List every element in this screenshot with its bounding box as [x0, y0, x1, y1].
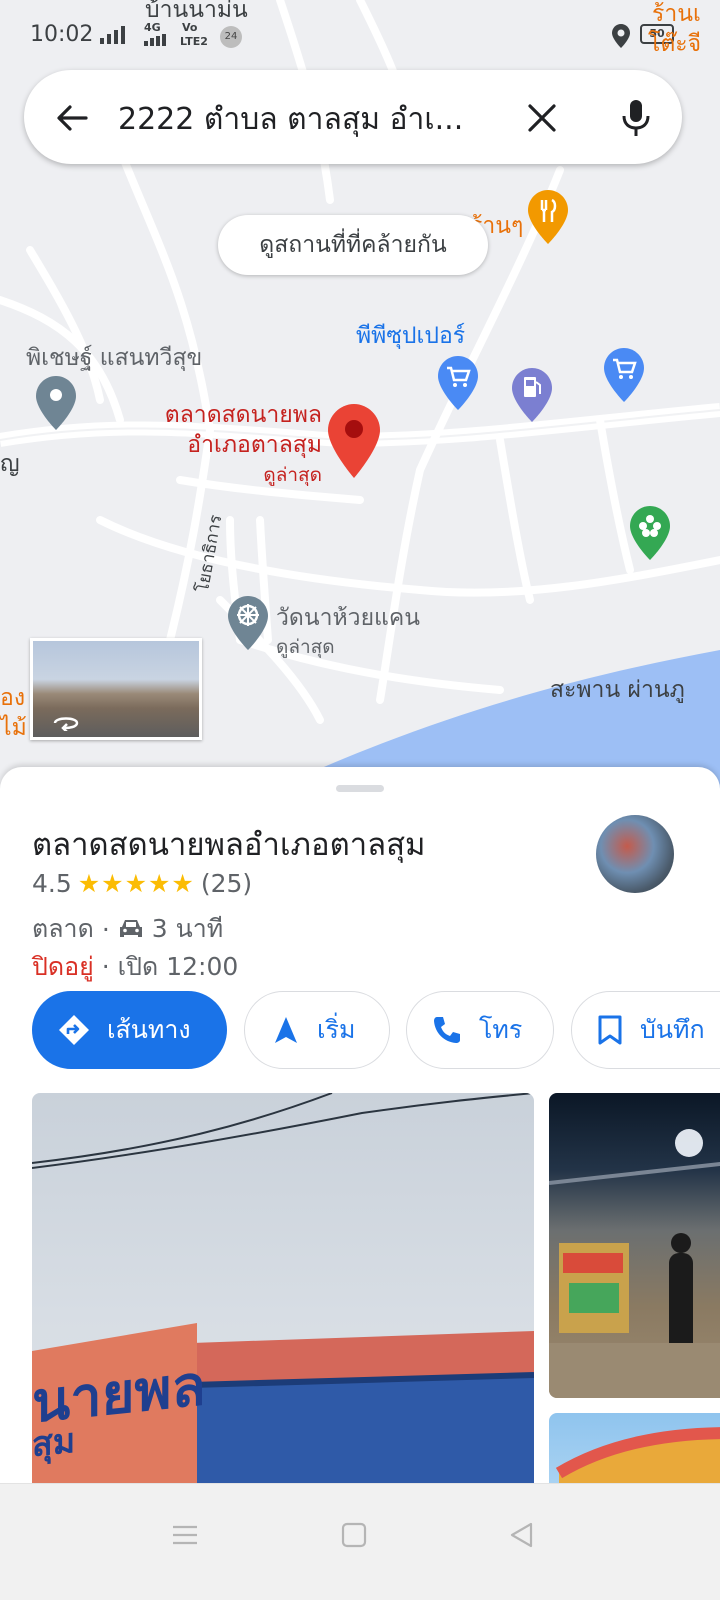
similar-places-chip[interactable]: ดูสถานที่ที่คล้ายกัน — [218, 215, 488, 275]
separator-dot: · — [101, 914, 110, 944]
back-triangle-icon[interactable] — [506, 1520, 536, 1550]
directions-label: เส้นทาง — [107, 1015, 191, 1044]
start-label: เริ่ม — [317, 1015, 356, 1044]
mic-icon[interactable] — [614, 96, 658, 140]
map-label-bridge: สะพาน ผ่านภู — [550, 677, 685, 703]
navigation-arrow-icon — [275, 1017, 297, 1043]
menu-icon[interactable] — [170, 1520, 200, 1550]
status-time: 10:02 — [30, 22, 94, 47]
street-view-thumbnail[interactable] — [30, 638, 202, 740]
place-photo-main[interactable]: นายพล สุม — [32, 1093, 534, 1483]
rating-value: 4.5 — [32, 869, 72, 898]
map-view[interactable]: 10:02 4G Vo LTE2 24 50 บ้านนาม่น ร้านเ โ… — [0, 0, 720, 800]
call-label: โทร — [479, 1015, 523, 1044]
place-category: ตลาด — [32, 914, 94, 943]
selected-place-label-line1: ตลาดสดนายพล — [164, 402, 322, 428]
map-label-pichet[interactable]: พิเชษฐ์ แสนทวีสุข — [26, 340, 202, 376]
place-bottom-sheet[interactable]: ตลาดสดนายพลอำเภอตาลสุม 4.5 ★★★★★ (25) ตล… — [0, 767, 720, 1483]
selected-place-recent: ดูล่าสุด — [263, 464, 322, 486]
directions-icon — [59, 1015, 89, 1045]
start-navigation-button[interactable]: เริ่ม — [244, 991, 390, 1069]
park-pin-icon[interactable] — [630, 506, 670, 560]
call-button[interactable]: โทร — [406, 991, 554, 1069]
map-label-supermarket[interactable]: พีพีซุปเปอร์ — [356, 318, 465, 354]
location-status-icon — [612, 24, 630, 48]
save-label: บันทึก — [640, 1015, 705, 1044]
star-rating-icon: ★★★★★ — [77, 869, 195, 898]
place-photo-night-market[interactable] — [549, 1093, 720, 1398]
signal-icon — [100, 26, 125, 44]
gas-station-pin-icon[interactable] — [512, 368, 552, 422]
map-label-temple[interactable]: วัดนาห้วยแคน — [276, 600, 420, 636]
map-label-edge-1: ญ — [0, 451, 20, 477]
system-navigation-bar — [0, 1483, 720, 1600]
selected-place-label[interactable]: ตลาดสดนายพล อำเภอตาลสุม ดูล่าสุด — [120, 400, 322, 490]
map-label-temple-recent: ดูล่าสุด — [276, 636, 335, 658]
map-label-village: บ้านนาม่น — [145, 0, 248, 23]
map-label-edge-3: ไม้ — [0, 715, 27, 741]
map-label-shop-2: โต๊ะจี — [648, 31, 702, 57]
hours-next-open: · เปิด 12:00 — [101, 952, 239, 981]
signal-2-icon — [144, 34, 166, 46]
volte-bottom-label: LTE2 — [180, 35, 208, 48]
status-bar: 10:02 4G Vo LTE2 24 50 — [0, 0, 720, 70]
close-icon[interactable] — [520, 96, 564, 140]
place-avatar[interactable] — [596, 815, 674, 893]
drag-handle[interactable] — [336, 785, 384, 792]
selected-place-pin-icon[interactable] — [328, 404, 380, 478]
search-input[interactable]: 2222 ตำบล ตาลสุม อำเ... — [118, 96, 498, 143]
hours-row[interactable]: ปิดอยู่ · เปิด 12:00 — [32, 947, 238, 987]
bookmark-icon — [598, 1015, 622, 1045]
night-market-scene — [549, 1129, 720, 1398]
notification-badge: 24 — [220, 26, 242, 48]
roof-scene — [555, 1427, 720, 1483]
search-bar[interactable]: 2222 ตำบล ตาลสุม อำเ... — [24, 70, 682, 164]
shopping-pin-icon[interactable] — [438, 356, 478, 410]
car-icon — [119, 920, 142, 937]
restaurant-pin-icon[interactable] — [528, 190, 568, 244]
rotate-360-icon — [53, 717, 79, 731]
selected-place-label-line2: อำเภอตาลสุม — [187, 432, 322, 458]
place-pin-icon[interactable] — [36, 376, 76, 430]
save-button[interactable]: บันทึก — [571, 991, 720, 1069]
place-title: ตลาดสดนายพลอำเภอตาลสุม — [32, 827, 426, 863]
drive-time: 3 นาที — [151, 914, 224, 943]
temple-pin-icon[interactable] — [228, 596, 268, 650]
info-row: ตลาด · 3 นาที — [32, 909, 223, 949]
home-icon[interactable] — [339, 1520, 369, 1550]
hours-status: ปิดอยู่ — [32, 952, 94, 981]
shopping-pin-2-icon[interactable] — [604, 348, 644, 402]
photo-sign-text-2: สุม — [32, 1420, 76, 1466]
rating-row[interactable]: 4.5 ★★★★★ (25) — [32, 869, 252, 898]
place-photo-roof[interactable] — [549, 1413, 720, 1483]
phone-icon — [434, 1017, 460, 1043]
review-count: (25) — [200, 869, 253, 898]
arrow-back-icon[interactable] — [50, 96, 94, 140]
directions-button[interactable]: เส้นทาง — [32, 991, 227, 1069]
